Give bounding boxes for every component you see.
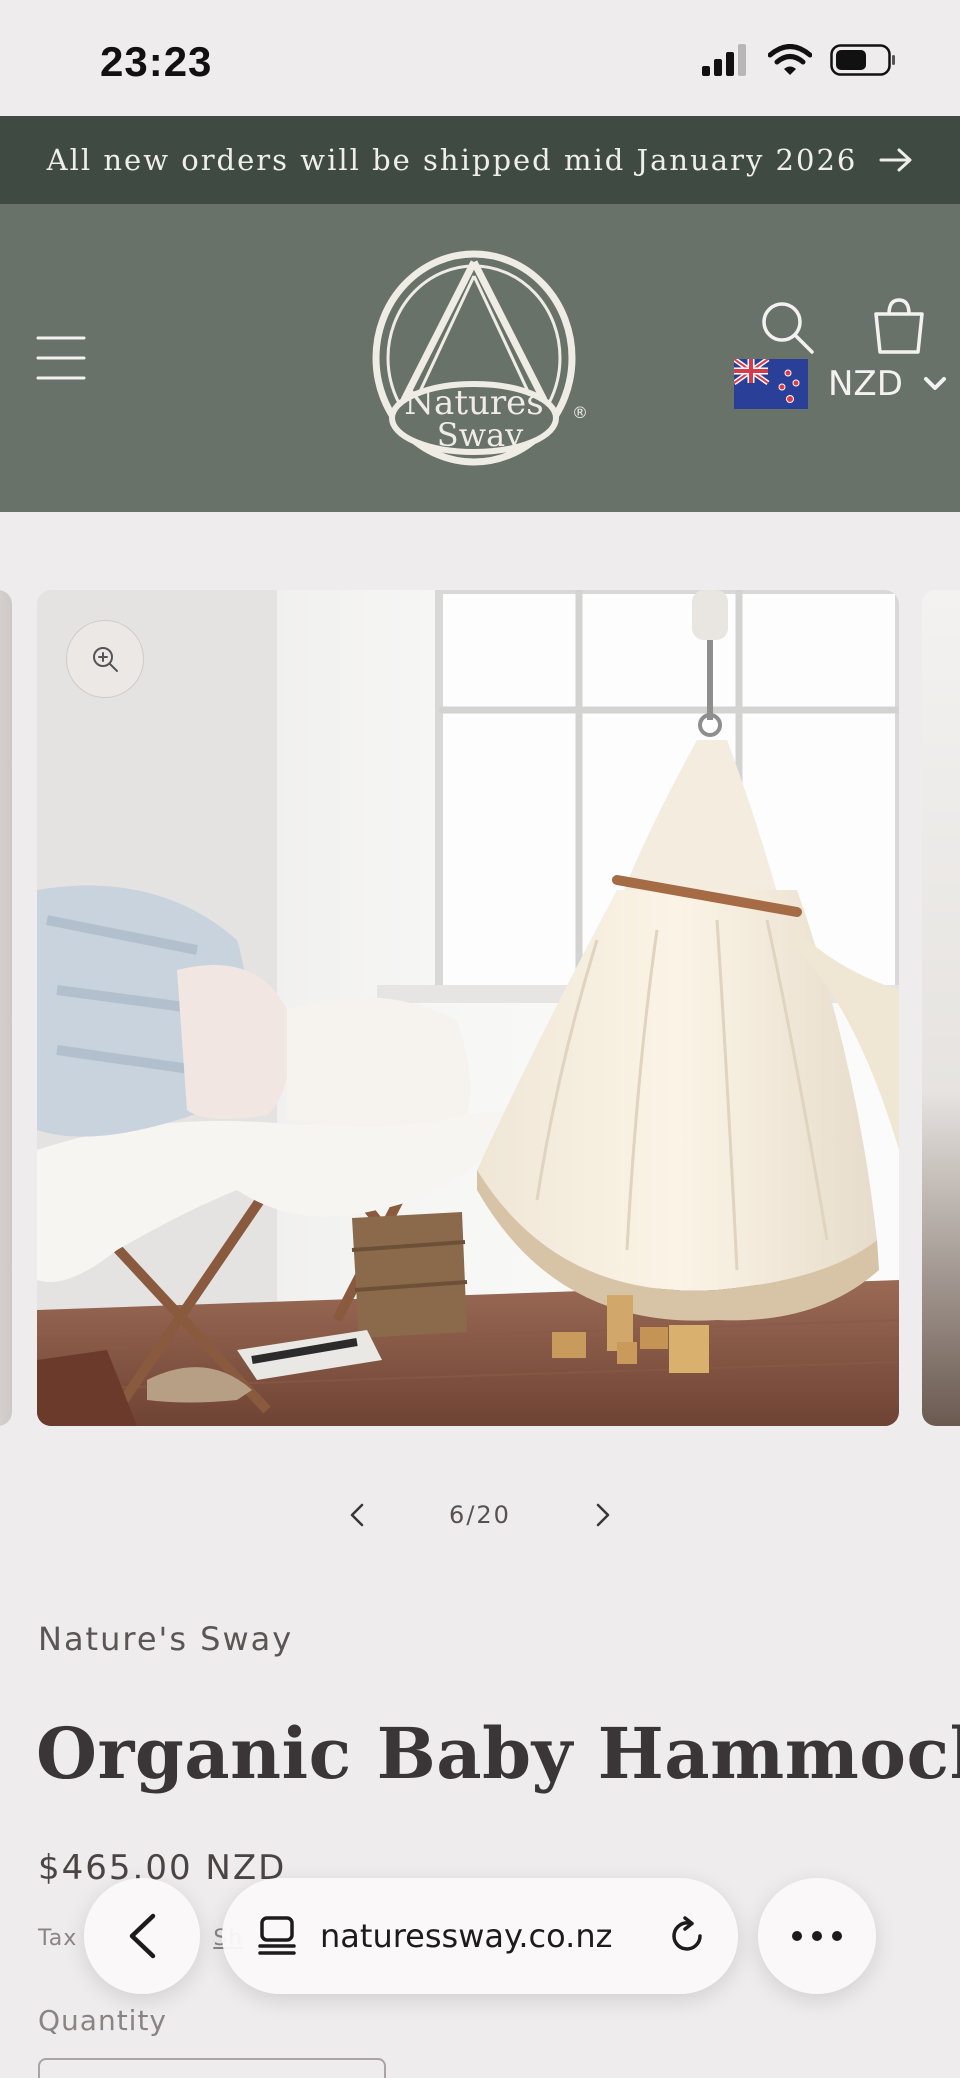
menu-button[interactable]	[36, 334, 86, 382]
arrow-right-icon	[879, 148, 912, 172]
quantity-selector[interactable]	[38, 2058, 386, 2078]
wifi-icon	[768, 44, 812, 75]
cart-button[interactable]	[868, 296, 930, 358]
cellular-signal-icon	[702, 44, 746, 76]
zoom-button[interactable]	[66, 620, 144, 698]
browser-back-button[interactable]	[84, 1878, 200, 1994]
gallery-prev-slide[interactable]	[0, 590, 12, 1426]
hamburger-icon	[36, 336, 86, 380]
tab-overview-icon	[258, 1916, 296, 1955]
site-logo[interactable]: Natures Sway ®	[368, 250, 592, 470]
next-slide-button[interactable]	[583, 1495, 623, 1535]
new-zealand-flag-icon	[734, 359, 808, 409]
status-icons	[702, 44, 896, 76]
site-header: Natures Sway ® NZD	[0, 204, 960, 512]
url-text[interactable]: naturessway.co.nz	[320, 1917, 644, 1955]
announcement-bar[interactable]: All new orders will be shipped mid Janua…	[0, 116, 960, 204]
address-bar[interactable]: naturessway.co.nz	[222, 1878, 738, 1994]
product-image[interactable]	[37, 590, 899, 1426]
chevron-left-icon	[129, 1913, 156, 1959]
product-vendor: Nature's Sway	[38, 1620, 294, 1658]
announcement-text: All new orders will be shipped mid Janua…	[46, 143, 858, 177]
previous-slide-button[interactable]	[337, 1495, 377, 1535]
quantity-label: Quantity	[38, 2004, 167, 2037]
gallery-next-slide[interactable]	[922, 590, 960, 1426]
currency-selector[interactable]: NZD	[734, 354, 947, 414]
battery-icon	[830, 44, 895, 76]
search-button[interactable]	[760, 300, 816, 356]
currency-code: NZD	[828, 364, 903, 404]
chevron-left-icon	[350, 1503, 364, 1527]
product-gallery[interactable]	[0, 590, 960, 1428]
more-horizontal-icon	[792, 1931, 842, 1941]
search-icon	[762, 302, 814, 354]
product-title: Organic Baby Hammock	[36, 1712, 960, 1795]
status-bar: 23:23	[0, 0, 960, 116]
shopping-bag-icon	[874, 298, 924, 354]
slide-counter: 6/20	[449, 1501, 511, 1529]
chevron-down-icon	[923, 377, 946, 390]
browser-more-button[interactable]	[758, 1878, 876, 1994]
status-time: 23:23	[100, 38, 213, 85]
logo-registered-mark: ®	[572, 403, 588, 422]
gallery-pager: 6/20	[0, 1490, 960, 1540]
zoom-in-icon	[93, 647, 118, 672]
logo-text-sway: Sway	[437, 416, 523, 454]
chevron-right-icon	[596, 1503, 610, 1527]
reload-icon[interactable]	[668, 1916, 708, 1956]
hammock-room-photo	[37, 590, 899, 1426]
tax-note-prefix: Tax	[38, 1926, 78, 1951]
natures-sway-logo-icon: Natures Sway ®	[372, 250, 588, 466]
